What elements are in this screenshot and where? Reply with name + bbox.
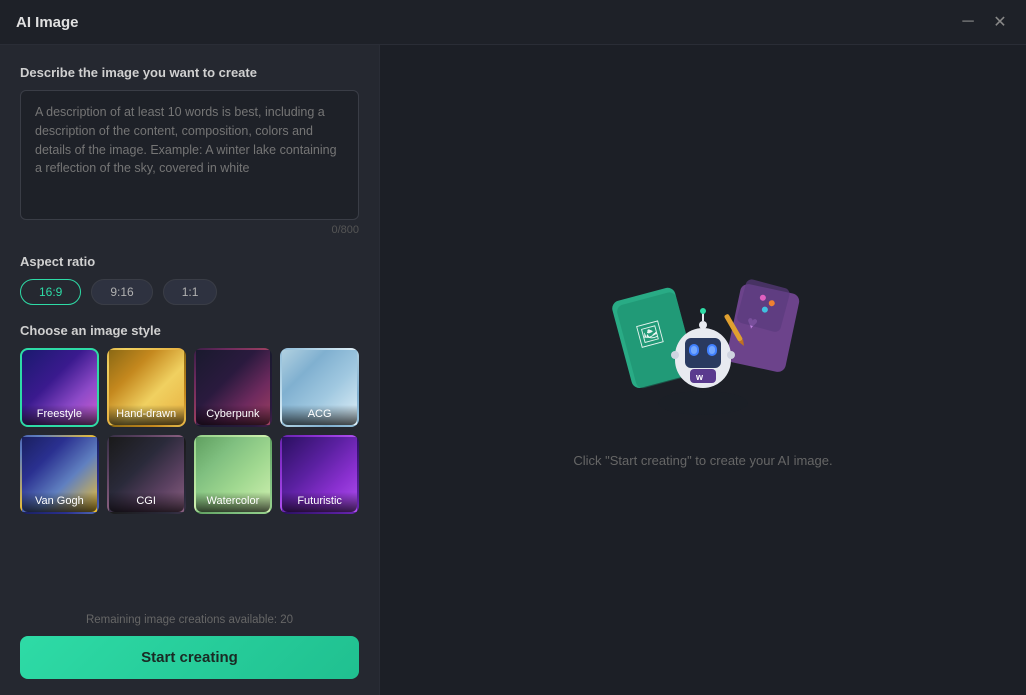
style-acg-label: ACG	[282, 405, 357, 425]
main-layout: Describe the image you want to create 0/…	[0, 45, 1026, 695]
bottom-area: Remaining image creations available: 20 …	[20, 604, 359, 679]
style-van-gogh-label: Van Gogh	[22, 492, 97, 512]
style-cgi-label: CGI	[109, 492, 184, 512]
style-freestyle[interactable]: Freestyle	[20, 348, 99, 427]
prompt-textarea[interactable]	[20, 90, 359, 220]
ai-illustration: 🖼 ♥	[603, 273, 803, 433]
aspect-btn-9-16[interactable]: 9:16	[91, 279, 152, 305]
minimize-button[interactable]: ─	[958, 12, 978, 32]
window-title: AI Image	[16, 14, 79, 31]
remaining-text: Remaining image creations available: 20	[20, 614, 359, 626]
svg-text:w: w	[695, 372, 704, 382]
style-cgi[interactable]: CGI	[107, 435, 186, 514]
aspect-ratio-buttons: 16:9 9:16 1:1	[20, 279, 359, 305]
aspect-ratio-label: Aspect ratio	[20, 254, 359, 269]
style-van-gogh[interactable]: Van Gogh	[20, 435, 99, 514]
right-panel: 🖼 ♥	[380, 45, 1026, 695]
title-bar: AI Image ─ ✕	[0, 0, 1026, 45]
style-hand-drawn[interactable]: Hand-drawn	[107, 348, 186, 427]
style-watercolor-label: Watercolor	[196, 492, 271, 512]
style-watercolor[interactable]: Watercolor	[194, 435, 273, 514]
close-button[interactable]: ✕	[990, 12, 1010, 32]
robot-svg: 🖼 ♥	[603, 273, 803, 433]
style-acg[interactable]: ACG	[280, 348, 359, 427]
style-grid: Freestyle Hand-drawn Cyberpunk ACG Van G…	[20, 348, 359, 514]
image-style-label: Choose an image style	[20, 323, 359, 338]
hint-text: Click "Start creating" to create your AI…	[573, 453, 832, 468]
style-cyberpunk[interactable]: Cyberpunk	[194, 348, 273, 427]
start-creating-button[interactable]: Start creating	[20, 636, 359, 679]
style-futuristic[interactable]: Futuristic	[280, 435, 359, 514]
style-futuristic-label: Futuristic	[282, 492, 357, 512]
style-hand-drawn-label: Hand-drawn	[109, 405, 184, 425]
style-freestyle-label: Freestyle	[22, 405, 97, 425]
image-style-section: Choose an image style Freestyle Hand-dra…	[20, 323, 359, 514]
style-cyberpunk-label: Cyberpunk	[196, 405, 271, 425]
left-panel: Describe the image you want to create 0/…	[0, 45, 380, 695]
aspect-ratio-section: Aspect ratio 16:9 9:16 1:1	[20, 254, 359, 305]
char-count: 0/800	[20, 224, 359, 236]
window-controls: ─ ✕	[958, 12, 1010, 32]
aspect-btn-1-1[interactable]: 1:1	[163, 279, 218, 305]
aspect-btn-16-9[interactable]: 16:9	[20, 279, 81, 305]
prompt-label: Describe the image you want to create	[20, 65, 359, 80]
